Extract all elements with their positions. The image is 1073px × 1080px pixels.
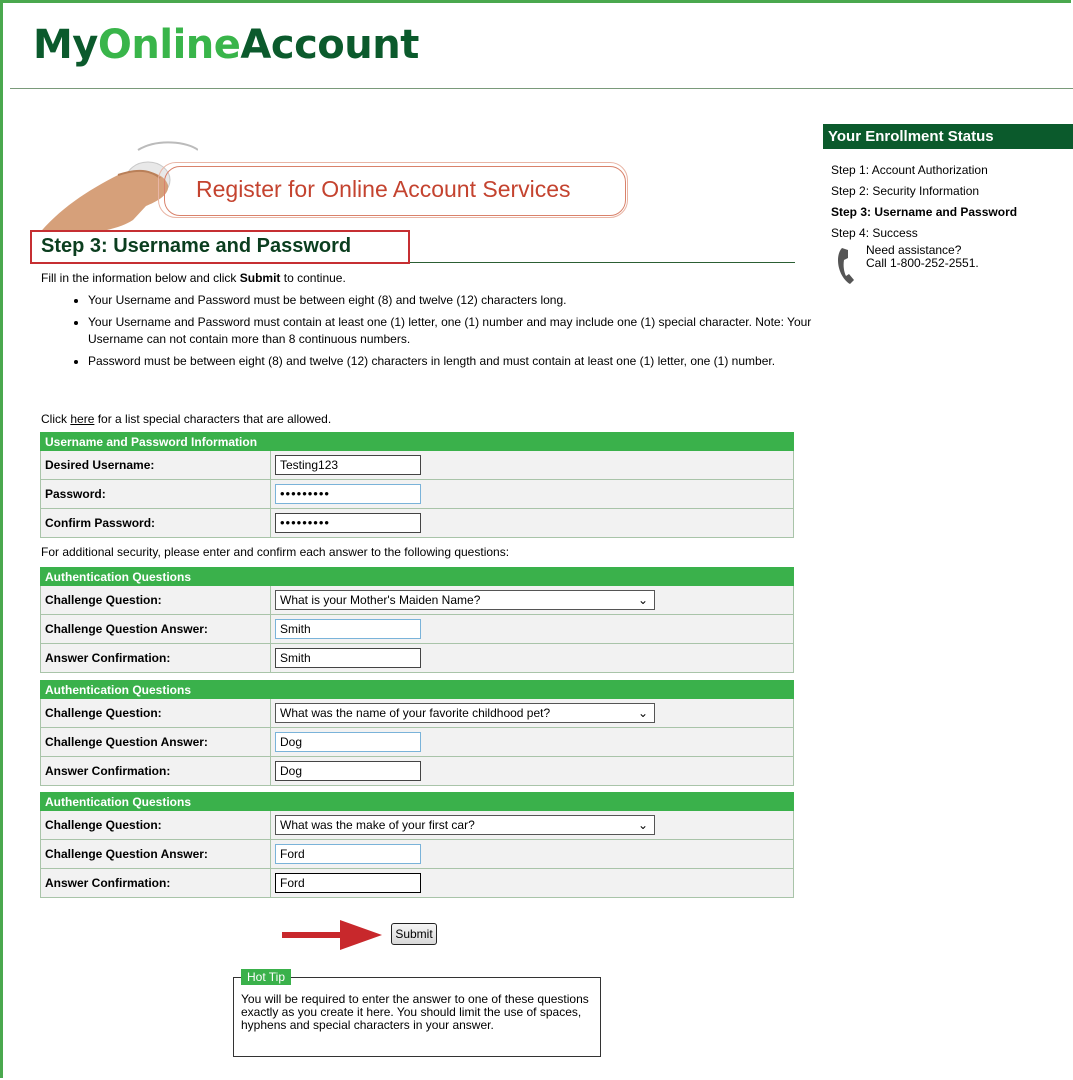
credentials-table: Username and Password Information Desire… <box>40 432 794 538</box>
auth-questions-table-3: Authentication Questions Challenge Quest… <box>40 792 794 898</box>
table-row: Challenge Question: What is your Mother'… <box>40 585 794 615</box>
field-label: Challenge Question Answer: <box>40 839 271 869</box>
chevron-down-icon: ⌄ <box>637 706 648 720</box>
section-header: Authentication Questions <box>40 792 794 811</box>
challenge-answer-input[interactable]: Ford <box>275 844 421 864</box>
field-label: Answer Confirmation: <box>40 756 271 786</box>
banner-title: Register for Online Account Services <box>196 176 571 202</box>
table-row: Answer Confirmation: Ford <box>40 868 794 898</box>
auth-questions-table-1: Authentication Questions Challenge Quest… <box>40 567 794 673</box>
table-row: Challenge Question: What was the name of… <box>40 698 794 728</box>
enrollment-step-current: Step 3: Username and Password <box>831 205 1018 219</box>
title-divider <box>410 262 795 263</box>
section-header: Username and Password Information <box>40 432 794 451</box>
field-label: Password: <box>40 479 271 509</box>
table-row: Challenge Question Answer: Dog <box>40 727 794 757</box>
register-banner: Register for Online Account Services <box>38 140 638 235</box>
intro-text: Fill in the information below and click … <box>41 271 346 285</box>
field-label: Challenge Question Answer: <box>40 727 271 757</box>
requirement-item: Your Username and Password must contain … <box>88 314 818 349</box>
table-row: Answer Confirmation: Dog <box>40 756 794 786</box>
special-chars-link[interactable]: here <box>70 412 94 426</box>
enrollment-step: Step 4: Success <box>831 226 918 240</box>
chevron-down-icon: ⌄ <box>637 818 648 832</box>
table-row: Answer Confirmation: Smith <box>40 643 794 673</box>
answer-confirmation-input[interactable]: Ford <box>275 873 421 893</box>
username-input[interactable]: Testing123 <box>275 455 421 475</box>
table-row: Password: ••••••••• <box>40 479 794 509</box>
answer-confirmation-input[interactable]: Smith <box>275 648 421 668</box>
field-label: Challenge Question: <box>40 810 271 840</box>
assistance-text: Need assistance? Call 1-800-252-2551. <box>866 243 979 270</box>
answer-confirmation-input[interactable]: Dog <box>275 761 421 781</box>
field-label: Challenge Question: <box>40 585 271 615</box>
hot-tip-text: You will be required to enter the answer… <box>241 992 589 1032</box>
page-title: Step 3: Username and Password <box>41 235 352 257</box>
challenge-question-select[interactable]: What was the make of your first car? ⌄ <box>275 815 655 835</box>
header-divider <box>10 88 1073 89</box>
phone-icon <box>838 248 854 284</box>
enrollment-step: Step 2: Security Information <box>831 184 980 198</box>
password-input[interactable]: ••••••••• <box>275 484 421 504</box>
requirement-item: Your Username and Password must be betwe… <box>88 292 818 310</box>
challenge-question-select[interactable]: What was the name of your favorite child… <box>275 703 655 723</box>
field-label: Desired Username: <box>40 450 271 480</box>
challenge-question-select[interactable]: What is your Mother's Maiden Name? ⌄ <box>275 590 655 610</box>
hot-tip-legend: Hot Tip <box>241 969 292 985</box>
challenge-answer-input[interactable]: Dog <box>275 732 421 752</box>
table-row: Challenge Question: What was the make of… <box>40 810 794 840</box>
enrollment-step: Step 1: Account Authorization <box>831 163 988 177</box>
field-label: Confirm Password: <box>40 508 271 538</box>
chevron-down-icon: ⌄ <box>637 593 648 607</box>
field-label: Challenge Question Answer: <box>40 614 271 644</box>
table-row: Challenge Question Answer: Ford <box>40 839 794 869</box>
field-label: Answer Confirmation: <box>40 643 271 673</box>
submit-button[interactable]: Submit <box>391 923 437 945</box>
section-header: Authentication Questions <box>40 680 794 699</box>
field-label: Answer Confirmation: <box>40 868 271 898</box>
special-chars-note: Click here for a list special characters… <box>41 412 332 426</box>
confirm-password-input[interactable]: ••••••••• <box>275 513 421 533</box>
site-logo[interactable]: MyOnlineAccount <box>33 22 419 68</box>
table-row: Desired Username: Testing123 <box>40 450 794 480</box>
additional-security-text: For additional security, please enter an… <box>41 545 510 559</box>
auth-questions-table-2: Authentication Questions Challenge Quest… <box>40 680 794 786</box>
table-row: Confirm Password: ••••••••• <box>40 508 794 538</box>
section-header: Authentication Questions <box>40 567 794 586</box>
requirements-list: Your Username and Password must be betwe… <box>72 292 818 374</box>
table-row: Challenge Question Answer: Smith <box>40 614 794 644</box>
requirement-item: Password must be between eight (8) and t… <box>88 353 818 371</box>
challenge-answer-input[interactable]: Smith <box>275 619 421 639</box>
enrollment-status-header: Your Enrollment Status <box>823 124 1073 149</box>
pointer-arrow-icon <box>282 920 382 950</box>
enrollment-steps: Step 1: Account Authorization Step 2: Se… <box>831 160 1017 244</box>
field-label: Challenge Question: <box>40 698 271 728</box>
support-phone: Call 1-800-252-2551. <box>866 256 979 270</box>
